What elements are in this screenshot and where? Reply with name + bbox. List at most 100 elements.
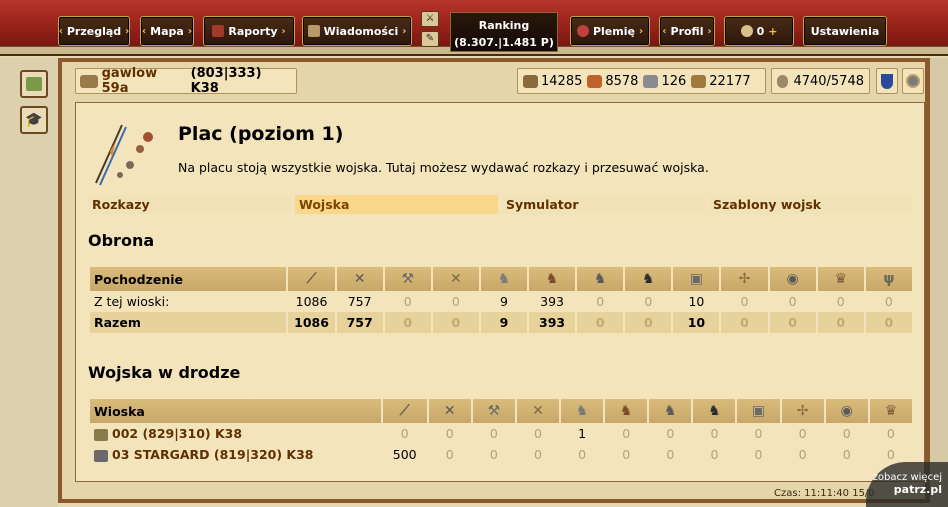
return-icon (94, 449, 108, 462)
unit-header-heavy-cavalry: ♞ (625, 267, 672, 291)
rally-point-tabs: Rozkazy Wojska Symulator Szablony wojsk (88, 195, 912, 214)
academy-sidebar-button[interactable]: 🎓 (20, 106, 48, 134)
defense-heading: Obrona (88, 231, 155, 250)
unit-header-axe: ⚒ (472, 399, 515, 423)
page-description: Na placu stoją wszystkie wojska. Tutaj m… (178, 160, 709, 175)
right-margin (930, 58, 948, 507)
noble-icon: ♛ (884, 403, 898, 420)
arrow-left-icon: ‹ (662, 25, 667, 37)
nav-messages-button[interactable]: Wiadomości › (302, 16, 412, 46)
unit-count: 0 (516, 423, 560, 444)
ranking-value: (8.307.|1.481 P) (454, 36, 554, 49)
night-mode-button[interactable] (902, 68, 924, 94)
flag-button[interactable] (876, 68, 898, 94)
unit-count: 0 (825, 423, 868, 444)
transit-row: 002 (829|310) K38 0 0 0 0 1 0 0 0 0 0 0 0 (90, 423, 912, 444)
village-header: Wioska (90, 399, 381, 423)
militia-icon: ψ (883, 271, 895, 288)
unit-count: 0 (693, 423, 736, 444)
tab-troop-templates[interactable]: Szablony wojsk (709, 195, 912, 214)
unit-count: 9 (480, 291, 528, 312)
premium-count: 0 (756, 24, 765, 38)
nav-messages-label: Wiadomości (323, 24, 399, 38)
unit-header-mounted-archer: ♞ (577, 267, 624, 291)
nav-profile-label: Profil (670, 24, 704, 38)
arrow-right-icon: › (281, 25, 286, 37)
current-village-box[interactable]: gawlow 59a (803|333) K38 (75, 66, 297, 96)
unit-header-axe: ⚒ (384, 267, 431, 291)
ranking-box[interactable]: Ranking (8.307.|1.481 P) (450, 12, 558, 52)
unit-count: 0 (769, 312, 816, 333)
village-overview-sidebar-button[interactable] (20, 70, 48, 98)
unit-header-sword: ✕ (336, 267, 383, 291)
axe-icon: ⚒ (487, 403, 501, 420)
nav-overview-button[interactable]: ‹ Przegląd › (58, 16, 130, 46)
light-cavalry-icon: ♞ (619, 403, 633, 420)
troops-in-transit-table: Wioska ⟋ ✕ ⚒ ✕ ♞ ♞ ♞ ♞ ▣ ✢ ◉ ♛ 002 (829|310) K38 0 0 0… (88, 399, 914, 465)
unit-count: 0 (781, 423, 824, 444)
mounted-archer-icon: ♞ (593, 271, 607, 288)
population-amount: 4740/5748 (793, 73, 864, 89)
unit-header-ram: ▣ (673, 267, 720, 291)
unit-count: 0 (693, 444, 736, 465)
unit-count: 10 (673, 291, 720, 312)
transit-village-link[interactable]: 03 STARGARD (819|320) K38 (112, 447, 314, 462)
knight-icon: ◉ (786, 271, 799, 288)
nav-profile-button[interactable]: ‹ Profil › (659, 16, 715, 46)
village-coords: (803|333) K38 (190, 66, 262, 96)
premium-helmet-icon (740, 25, 753, 37)
notes-icon[interactable]: ✎ (421, 31, 439, 47)
resources-box: 14285 8578 126 22177 (517, 68, 766, 94)
unit-header-spy: ♞ (561, 399, 604, 423)
spy-icon: ♞ (497, 271, 511, 288)
spear-icon: ⟋ (399, 403, 410, 420)
unit-count: 0 (605, 423, 648, 444)
nav-settings-button[interactable]: Ustawienia (803, 16, 887, 46)
nav-map-button[interactable]: ‹ Mapa › (140, 16, 194, 46)
unit-header-mounted-archer: ♞ (649, 399, 692, 423)
nav-settings-label: Ustawienia (810, 24, 880, 38)
defense-row-own-village: Z tej wioski: 1086 757 0 0 9 393 0 0 10 0 0 0 0 (90, 291, 912, 312)
village-icon (26, 77, 42, 91)
noble-icon: ♛ (834, 271, 848, 288)
unit-count: 0 (817, 291, 864, 312)
nav-tribe-button[interactable]: Plemię › (570, 16, 650, 46)
catapult-icon: ✢ (796, 403, 809, 420)
unit-count: 0 (825, 444, 868, 465)
unit-header-knight: ◉ (825, 399, 868, 423)
unit-header-catapult: ✢ (781, 399, 824, 423)
tab-simulator[interactable]: Symulator (502, 195, 705, 214)
unit-header-militia: ψ (865, 267, 912, 291)
nav-tribe-label: Plemię (592, 24, 635, 38)
arrow-right-icon: › (638, 25, 644, 37)
unit-count: 1 (561, 423, 604, 444)
wood-icon (523, 74, 538, 88)
arrow-left-icon: ‹ (58, 25, 63, 37)
axe-icon: ⚒ (401, 271, 415, 288)
tribe-icon (576, 25, 589, 37)
unit-header-spear: ⟋ (288, 267, 335, 291)
forum-icon[interactable]: ⚔ (421, 11, 439, 27)
unit-count: 0 (428, 444, 471, 465)
nav-reports-label: Raporty (228, 24, 278, 38)
row-label: Z tej wioski: (90, 291, 287, 312)
archer-icon: ✕ (449, 271, 462, 288)
unit-header-knight: ◉ (769, 267, 816, 291)
transit-village-link[interactable]: 002 (829|310) K38 (112, 426, 242, 441)
transit-village-cell: 03 STARGARD (819|320) K38 (90, 444, 381, 465)
unit-count: 0 (577, 312, 624, 333)
unit-count: 0 (472, 423, 515, 444)
spear-icon: ⟋ (306, 271, 317, 288)
nav-reports-button[interactable]: Raporty › (203, 16, 295, 46)
unit-count: 0 (625, 312, 672, 333)
storage-capacity: 22177 (709, 73, 751, 89)
iron-icon (643, 74, 659, 88)
premium-points-button[interactable]: 0 + (724, 16, 794, 46)
village-name[interactable]: gawlow 59a (102, 66, 187, 96)
watermark-brand: patrz.pl (893, 483, 942, 496)
tab-troops[interactable]: Wojska (295, 195, 498, 214)
unit-header-archer: ✕ (516, 399, 560, 423)
premium-plus-icon[interactable]: + (768, 25, 777, 38)
tab-commands[interactable]: Rozkazy (88, 195, 291, 214)
transit-table-header: Wioska ⟋ ✕ ⚒ ✕ ♞ ♞ ♞ ♞ ▣ ✢ ◉ ♛ (90, 399, 912, 423)
